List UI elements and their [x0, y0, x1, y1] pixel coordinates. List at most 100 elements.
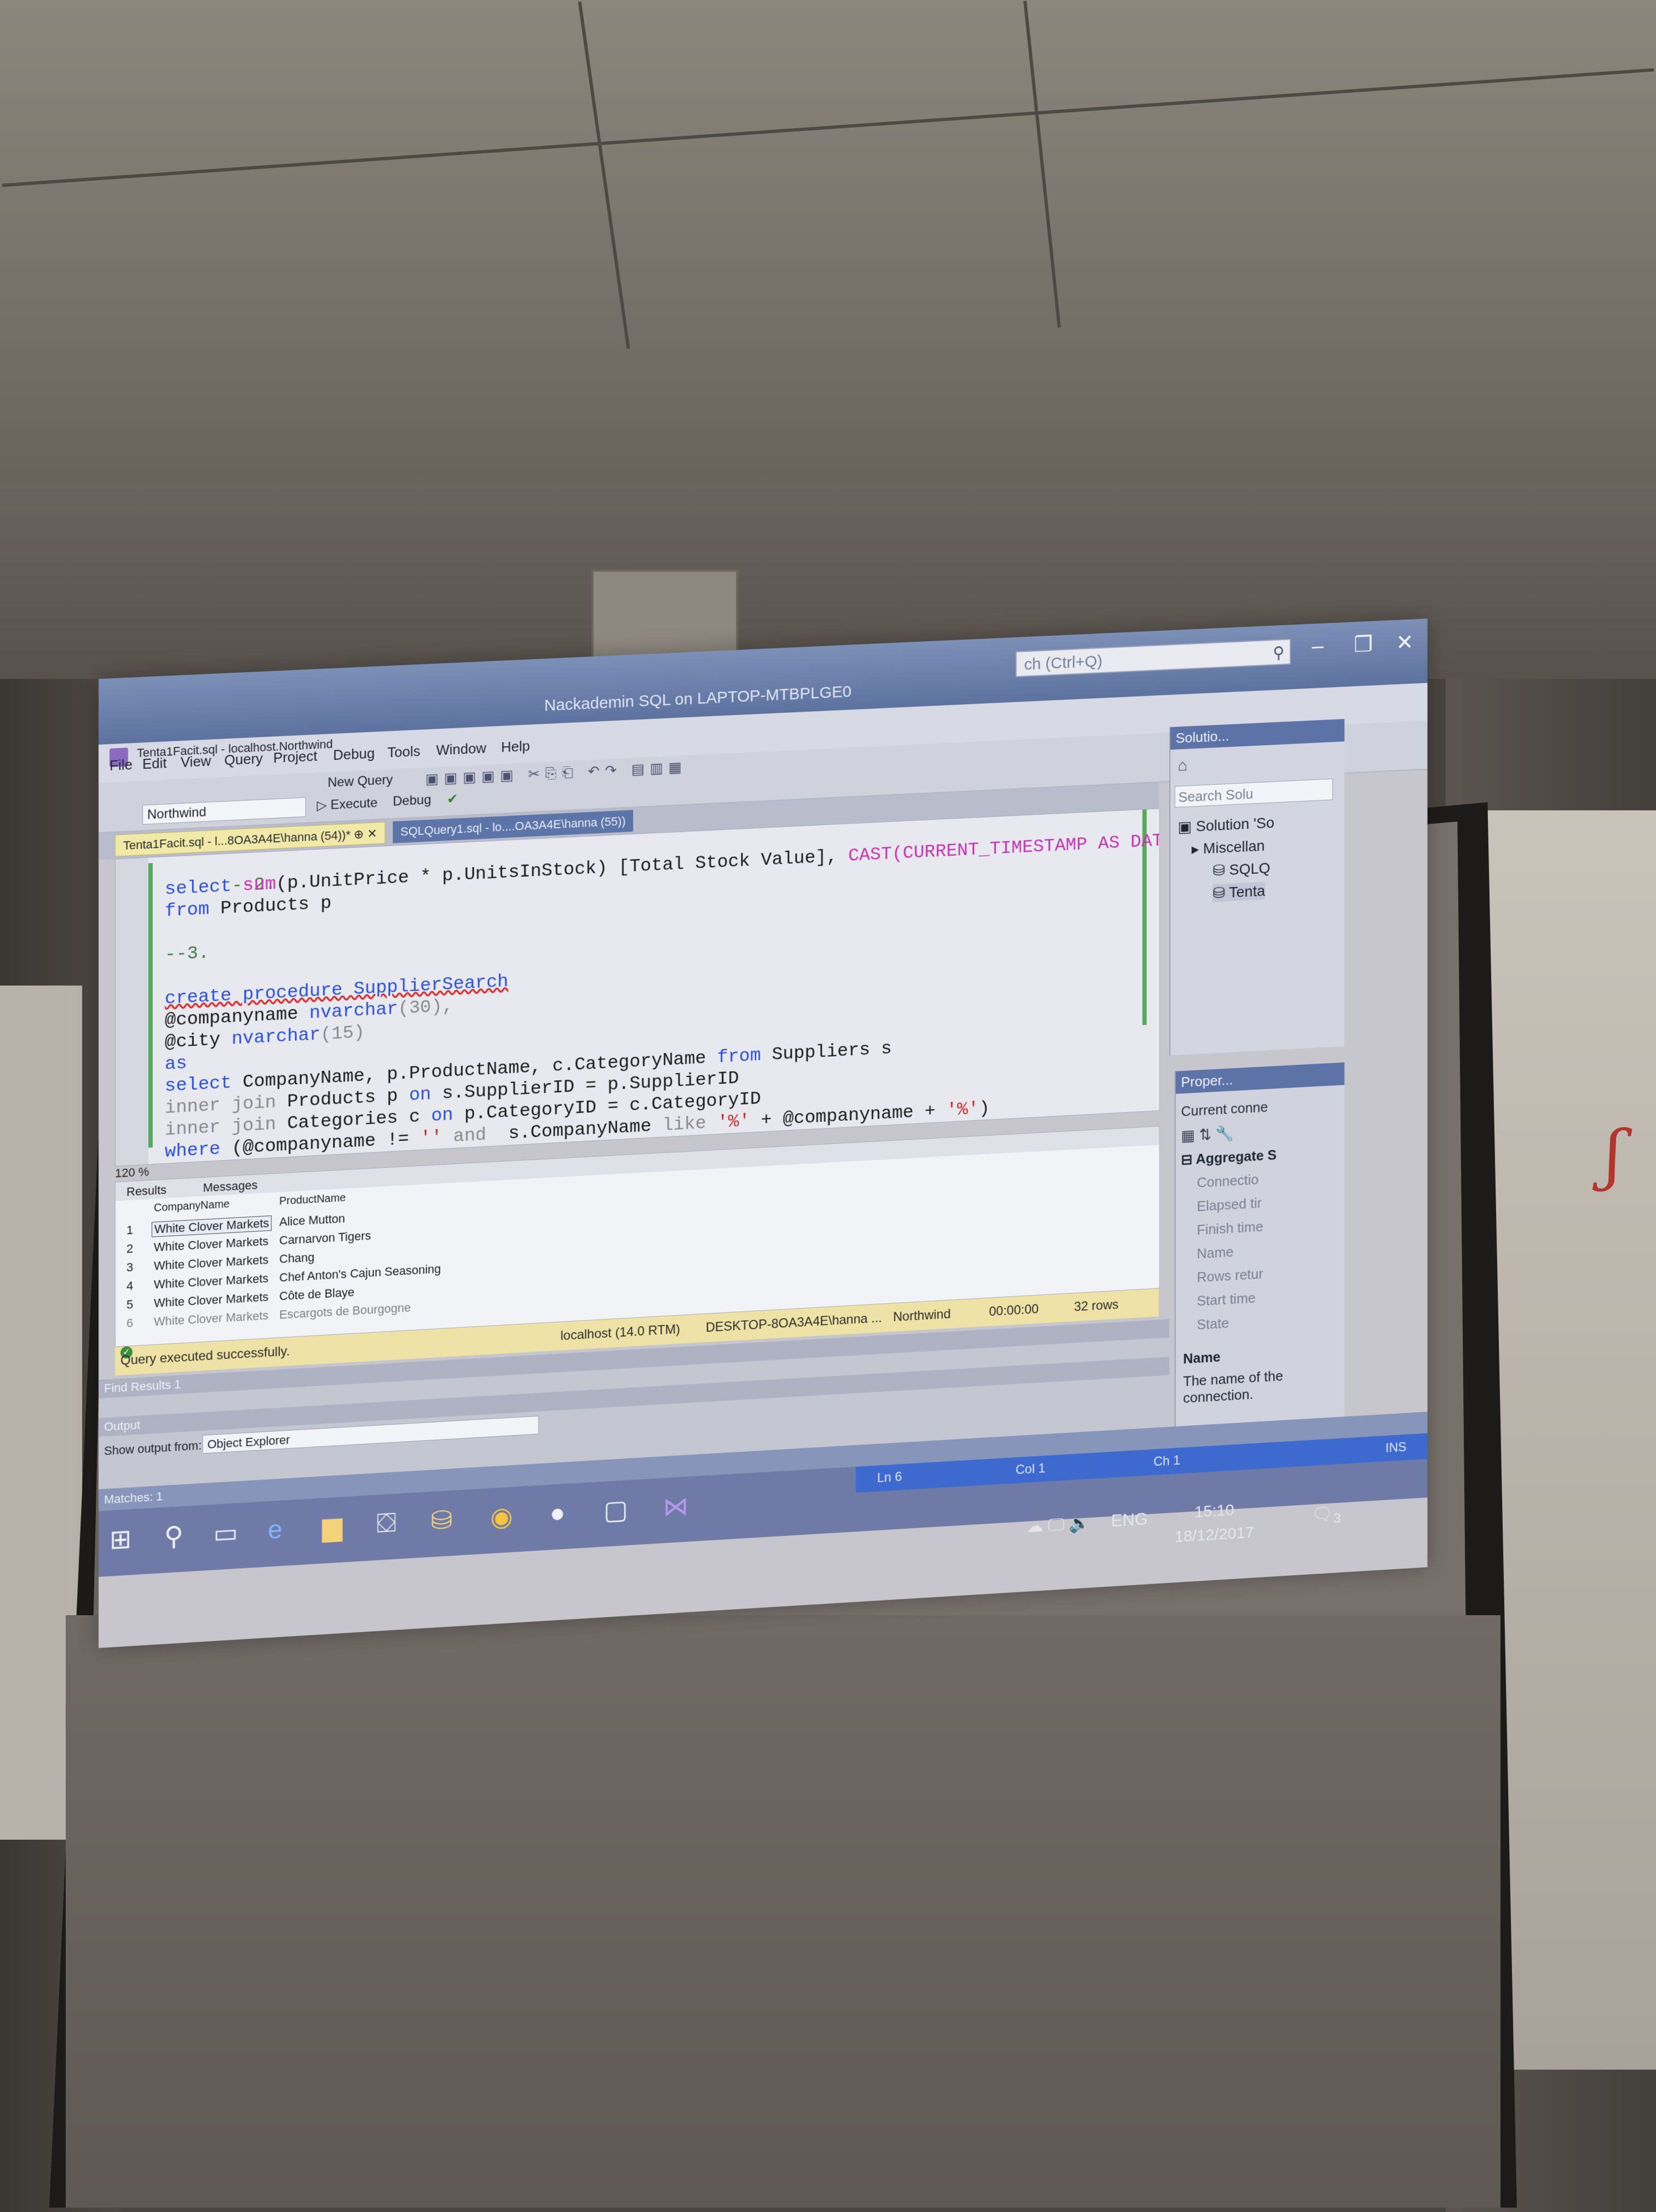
code-token: select [164, 875, 243, 901]
section-label: Aggregate S [1195, 1147, 1277, 1167]
tray-icons[interactable]: ☁ 🖵 🔈 [1026, 1512, 1090, 1537]
menu-project[interactable]: Project [273, 747, 317, 767]
row-number: 2 [126, 1241, 134, 1256]
properties-header[interactable]: Proper... [1175, 1062, 1345, 1094]
system-clock[interactable]: 15:10 18/12/2017 [1175, 1497, 1254, 1549]
solution-explorer-title: Solutio... [1175, 727, 1229, 746]
tab-results[interactable]: Results [127, 1183, 166, 1199]
search-icon[interactable]: ⚲ [1273, 640, 1284, 666]
menu-view[interactable]: View [181, 752, 211, 771]
code-token: + @companyname + [750, 1101, 946, 1132]
row-number: 5 [126, 1297, 134, 1312]
database-select[interactable]: Northwind [142, 797, 306, 825]
code-token: on [409, 1084, 432, 1107]
cell-product[interactable]: Chang [279, 1250, 314, 1266]
solution-search-input[interactable]: Search Solu [1175, 778, 1333, 808]
window-icon[interactable]: ▢ [603, 1494, 628, 1526]
menu-query[interactable]: Query [224, 750, 262, 769]
editor-gutter [115, 857, 148, 1166]
property-row[interactable]: Connectio [1197, 1171, 1259, 1191]
properties-object-select[interactable]: Current conne [1181, 1099, 1268, 1120]
store-icon[interactable]: ⛋ [377, 1508, 396, 1540]
code-token: Suppliers s [761, 1038, 892, 1066]
minimize-icon[interactable]: – [1312, 634, 1324, 659]
menu-tools[interactable]: Tools [387, 743, 420, 762]
column-header-companyname[interactable]: CompanyName [154, 1198, 229, 1214]
code-token: '%' [946, 1099, 979, 1121]
property-description-text: The name of the connection. [1183, 1367, 1283, 1407]
menu-file[interactable]: File [110, 756, 133, 774]
line-number: Ln 6 [877, 1469, 902, 1486]
cell-product[interactable]: Alice Mutton [279, 1212, 345, 1229]
row-number: 1 [126, 1223, 134, 1237]
output-source-value: Object Explorer [207, 1432, 290, 1451]
language-indicator[interactable]: ENG [1111, 1509, 1148, 1531]
code-token: '%' [706, 1111, 750, 1134]
output-label: Output [104, 1418, 140, 1434]
cell-product[interactable]: Côte de Blaye [279, 1285, 354, 1304]
zoom-level[interactable]: 120 % [115, 1165, 149, 1180]
output-panel-header[interactable]: Output [99, 1357, 1170, 1437]
property-row[interactable]: Rows retur [1197, 1265, 1263, 1286]
status-row-count: 32 rows [1074, 1297, 1119, 1315]
char-number: Ch 1 [1153, 1453, 1181, 1470]
menu-edit[interactable]: Edit [142, 754, 167, 773]
column-number: Col 1 [1015, 1461, 1045, 1478]
parse-checkmark-icon[interactable]: ✔ [447, 791, 458, 808]
property-row[interactable]: Name [1197, 1243, 1234, 1262]
code-token: as [164, 1053, 187, 1075]
tab-messages[interactable]: Messages [203, 1178, 258, 1195]
windows-start-icon[interactable]: ⊞ [110, 1523, 131, 1555]
properties-panel: Proper... Current conne ▦ ⇅ 🔧 ⊟ Aggregat… [1175, 1062, 1345, 1427]
tree-solution[interactable]: ▣ Solution 'So [1178, 814, 1274, 836]
property-row[interactable]: State [1197, 1315, 1229, 1333]
menu-window[interactable]: Window [436, 740, 486, 759]
edge-browser-icon[interactable]: e [268, 1514, 283, 1545]
tree-sqlquery1[interactable]: ⛁ SQLQ [1213, 859, 1270, 880]
property-row[interactable]: Elapsed tir [1197, 1195, 1262, 1215]
debug-button[interactable]: Debug [393, 792, 431, 809]
execute-button[interactable]: ▷ Execute [317, 795, 377, 814]
code-token: Products p [209, 893, 332, 920]
tree-miscellaneous[interactable]: ▸ Miscellan [1192, 837, 1265, 858]
code-token: from [164, 899, 210, 923]
close-icon[interactable]: ✕ [1396, 630, 1413, 656]
new-query-button[interactable]: New Query [327, 773, 393, 791]
menu-debug[interactable]: Debug [333, 745, 375, 763]
execute-label: Execute [330, 795, 378, 813]
row-number: 6 [126, 1316, 134, 1330]
status-server: localhost (14.0 RTM) [560, 1322, 681, 1344]
clock-date: 18/12/2017 [1175, 1523, 1254, 1546]
code-line: as [165, 1053, 187, 1076]
home-icon[interactable]: ⌂ [1178, 757, 1187, 775]
properties-section[interactable]: ⊟ Aggregate S [1181, 1147, 1277, 1168]
restore-icon[interactable]: ❐ [1354, 632, 1372, 658]
ssms-taskbar-icon[interactable]: ⛁ [431, 1505, 453, 1536]
notifications-icon[interactable]: 🗨3 [1312, 1502, 1341, 1528]
quick-launch-input[interactable]: ch (Ctrl+Q) ⚲ [1015, 638, 1291, 677]
cell-product[interactable]: Escargots de Bourgogne [279, 1300, 411, 1322]
file-explorer-icon[interactable]: ▆ [322, 1511, 342, 1543]
property-row[interactable]: Finish time [1197, 1218, 1263, 1239]
visual-studio-icon[interactable]: ⋈ [663, 1491, 688, 1523]
query-editor[interactable]: --2. select sum(p.UnitPrice * p.UnitsInS… [114, 808, 1160, 1167]
code-token: (CURRENT_TIMESTAMP AS DATE) [892, 830, 1160, 865]
column-header-productname[interactable]: ProductName [279, 1192, 346, 1208]
property-row[interactable]: Start time [1197, 1289, 1256, 1309]
task-view-icon[interactable]: ▭ [214, 1517, 238, 1549]
code-token: (p.UnitPrice * p.UnitsInStock) [Total St… [276, 846, 848, 895]
search-icon[interactable]: ⚲ [164, 1520, 183, 1552]
insert-mode: INS [1385, 1439, 1407, 1456]
code-line: --3. [165, 942, 209, 966]
code-token: where [164, 1139, 221, 1163]
media-icon[interactable]: ● [550, 1498, 566, 1529]
projection-screen-lower [66, 1615, 1500, 2208]
property-description-title: Name [1183, 1348, 1221, 1367]
tree-label: Tenta [1229, 882, 1266, 901]
cell-product[interactable]: Carnarvon Tigers [279, 1229, 371, 1248]
menu-help[interactable]: Help [501, 738, 530, 756]
tree-tenta1facit[interactable]: ⛁ Tenta [1212, 882, 1266, 902]
sort-icons[interactable]: ▦ ⇅ 🔧 [1181, 1124, 1234, 1145]
cell-company[interactable]: White Clover Markets [154, 1309, 268, 1329]
chrome-icon[interactable]: ◉ [490, 1501, 513, 1533]
